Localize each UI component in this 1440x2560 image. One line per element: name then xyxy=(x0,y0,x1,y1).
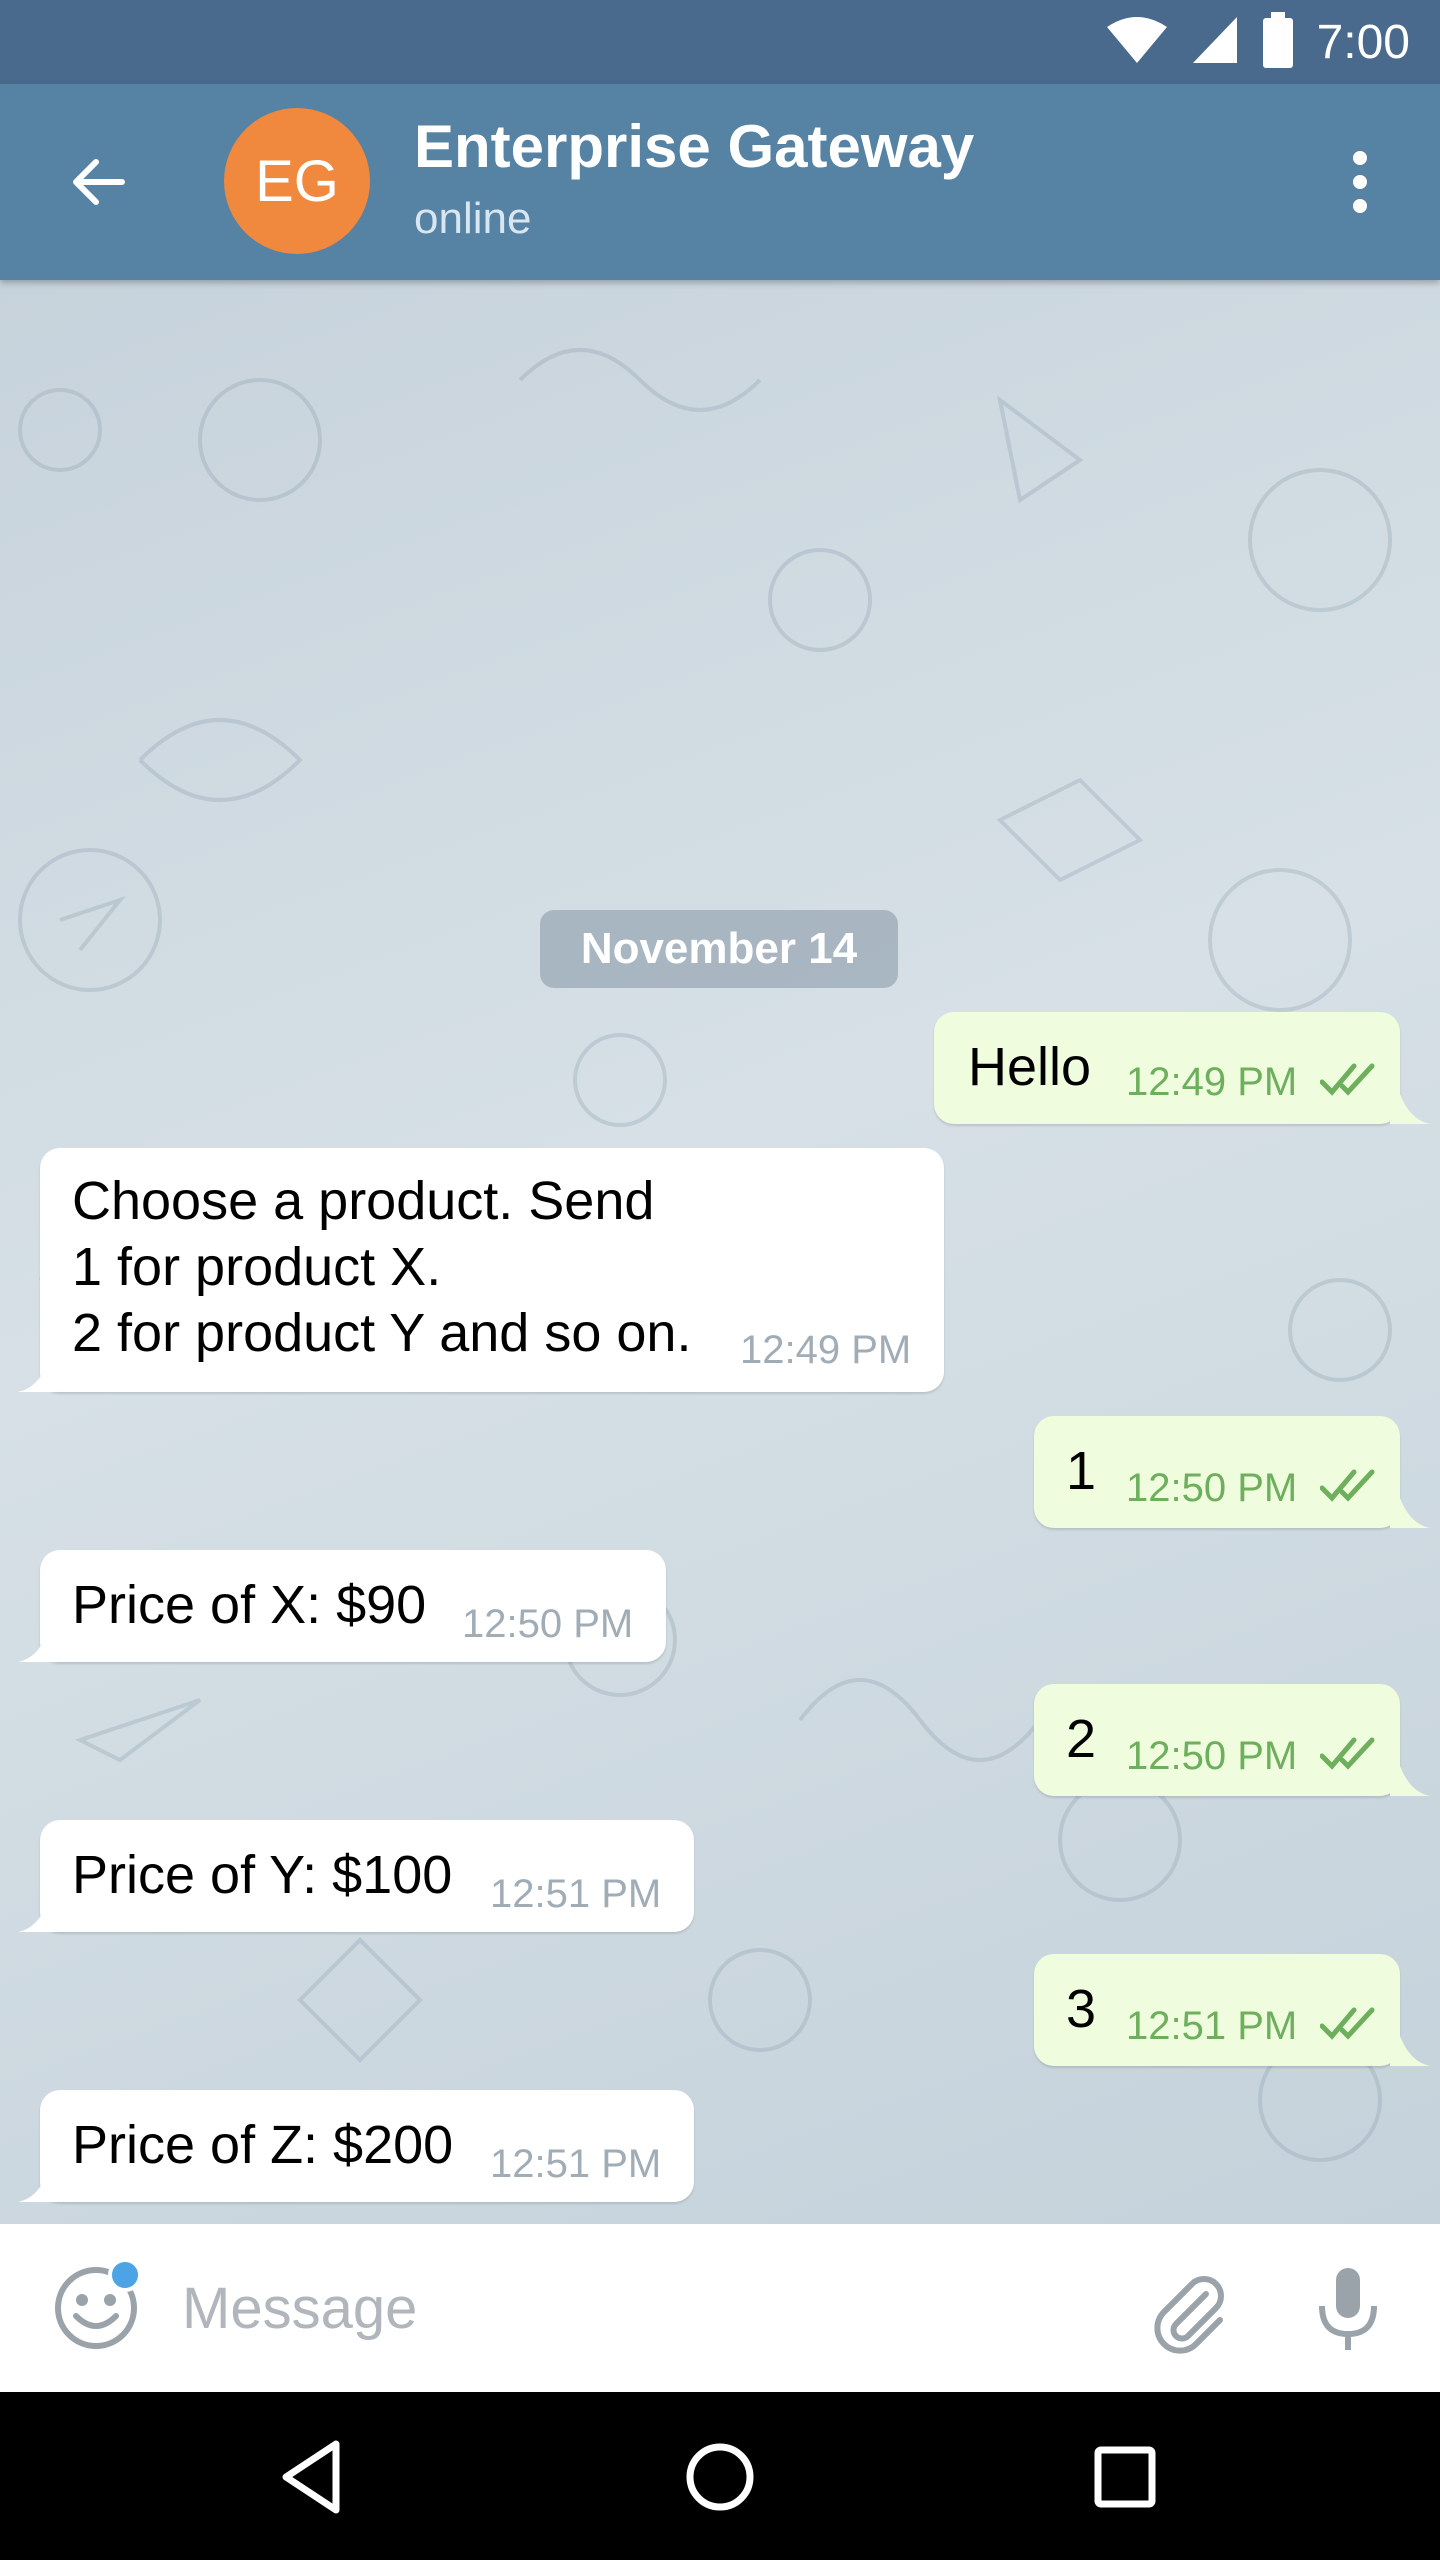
nav-home-button[interactable] xyxy=(675,2432,765,2522)
voice-message-button[interactable] xyxy=(1300,2260,1396,2356)
nav-back-button[interactable] xyxy=(270,2432,360,2522)
message-text: 1 xyxy=(1066,1441,1097,1501)
signal-icon xyxy=(1191,15,1239,70)
nav-recents-button[interactable] xyxy=(1080,2432,1170,2522)
message-input[interactable] xyxy=(182,2260,1082,2356)
triangle-back-icon xyxy=(282,2440,340,2514)
message-text: Hello xyxy=(968,1037,1092,1097)
bubble-tail xyxy=(1390,2036,1430,2066)
composer-bar xyxy=(0,2224,1440,2392)
double-check-icon xyxy=(1320,1063,1375,1096)
back-button[interactable] xyxy=(58,142,138,222)
message-time: 12:49 PM xyxy=(740,1328,912,1372)
double-check-icon xyxy=(1320,1737,1375,1770)
chat-header: EG Enterprise Gateway online xyxy=(0,84,1440,280)
bubble-tail xyxy=(18,1362,58,1392)
wifi-icon xyxy=(1105,15,1169,70)
bubble-tail xyxy=(18,1902,58,1932)
status-bar: 7:00 xyxy=(0,0,1440,84)
bubble-tail xyxy=(1390,1498,1430,1528)
message-time: 12:50 PM xyxy=(1126,1466,1298,1510)
message-text: Price of Y: $100 xyxy=(72,1845,453,1905)
message-bubble[interactable]: Price of Y: $100 12:51 PM xyxy=(40,1820,694,1932)
bubble-tail xyxy=(1390,1094,1430,1124)
message-text: Price of X: $90 xyxy=(72,1575,427,1635)
message-bubble[interactable]: 2 12:50 PM xyxy=(1034,1684,1400,1796)
system-nav-bar xyxy=(0,2392,1440,2560)
message-bubble[interactable]: Hello 12:49 PM xyxy=(934,1012,1400,1124)
mic-icon xyxy=(1319,2268,1377,2350)
more-vertical-icon xyxy=(1353,151,1367,213)
avatar[interactable]: EG xyxy=(224,108,370,254)
bubble-tail xyxy=(18,1632,58,1662)
chat-title[interactable]: Enterprise Gateway xyxy=(414,112,974,181)
double-check-icon xyxy=(1320,2007,1375,2040)
battery-icon xyxy=(1261,11,1295,73)
message-time: 12:49 PM xyxy=(1126,1060,1298,1104)
clock: 7:00 xyxy=(1316,15,1410,69)
message-bubble[interactable]: Choose a product. Send 1 for product X. … xyxy=(40,1148,944,1392)
attach-button[interactable] xyxy=(1140,2264,1236,2360)
message-time: 12:51 PM xyxy=(1126,2004,1298,2048)
arrow-left-icon xyxy=(73,159,125,205)
double-check-icon xyxy=(1320,1469,1375,1502)
message-text: Price of Z: $200 xyxy=(72,2115,454,2175)
chat-area[interactable]: November 14 Hello 12:49 PM Choose a prod… xyxy=(0,280,1440,2224)
message-bubble[interactable]: 1 12:50 PM xyxy=(1034,1416,1400,1528)
message-time: 12:51 PM xyxy=(490,2142,662,2186)
square-recents-icon xyxy=(1094,2446,1156,2508)
more-options-button[interactable] xyxy=(1320,142,1400,222)
message-text: 3 xyxy=(1066,1979,1097,2039)
bubble-tail xyxy=(1390,1766,1430,1796)
message-bubble[interactable]: Price of X: $90 12:50 PM xyxy=(40,1550,666,1662)
message-bubble[interactable]: 3 12:51 PM xyxy=(1034,1954,1400,2066)
chat-status: online xyxy=(414,194,532,243)
message-time: 12:50 PM xyxy=(462,1602,634,1646)
bubble-tail xyxy=(18,2172,58,2202)
message-time: 12:51 PM xyxy=(490,1872,662,1916)
notification-dot xyxy=(108,2258,142,2292)
message-text: Choose a product. Send 1 for product X. … xyxy=(72,1171,692,1363)
circle-home-icon xyxy=(686,2443,754,2511)
date-separator: November 14 xyxy=(540,910,898,988)
message-time: 12:50 PM xyxy=(1126,1734,1298,1778)
message-bubble[interactable]: Price of Z: $200 12:51 PM xyxy=(40,2090,694,2202)
message-text: 2 xyxy=(1066,1709,1097,1769)
paperclip-icon xyxy=(1154,2276,1224,2354)
